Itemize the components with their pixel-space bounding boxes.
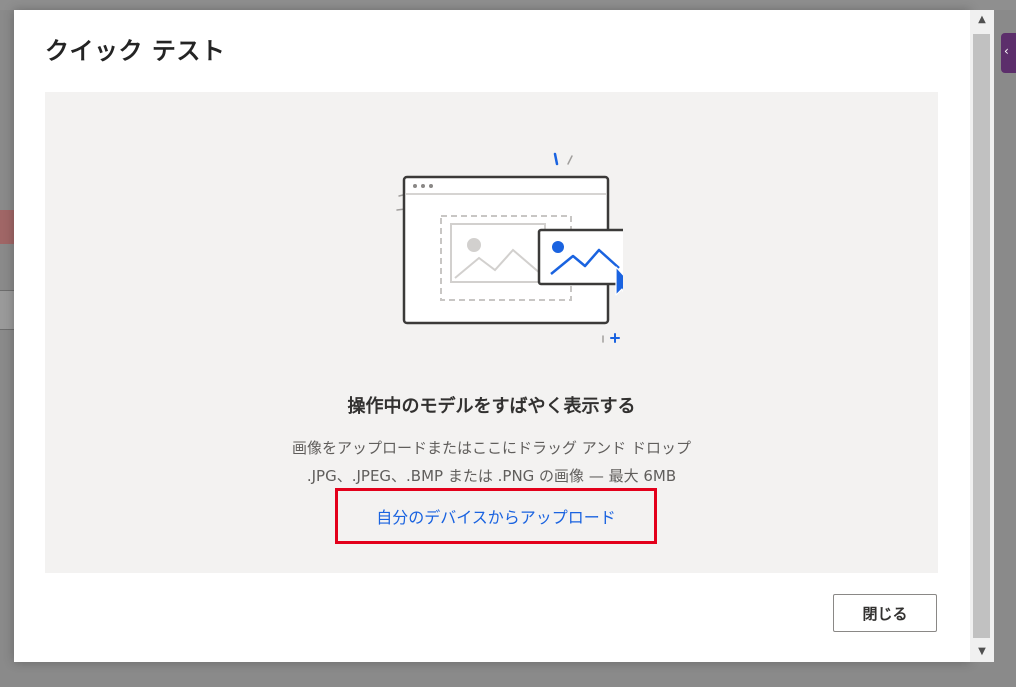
scroll-up-arrow-icon[interactable]: ▲ [970,10,994,30]
vertical-scrollbar[interactable]: ▲ ▼ [970,10,994,662]
background-page [0,0,1016,10]
scroll-down-arrow-icon[interactable]: ▼ [970,642,994,662]
dialog-title: クイック テスト [45,37,226,65]
background-page-element [0,290,14,330]
image-upload-illustration-icon [396,152,623,343]
scrollbar-thumb[interactable] [973,34,990,638]
chevron-left-icon: ‹ [1004,44,1009,58]
drop-instructions: 画像をアップロードまたはここにドラッグ アンド ドロップ [292,439,691,457]
background-page-element [0,210,14,244]
quick-test-dialog: クイック テスト 操作中のモデルをすばやく表示する 画像をアップロードまたはここ… [14,10,970,662]
drop-zone-heading: 操作中のモデルをすばやく表示する [347,396,636,417]
background-side-tab: ‹ [1001,33,1016,73]
file-type-limit-text: .JPG、.JPEG、.BMP または .PNG の画像 — 最大 6MB [306,467,677,485]
close-button[interactable]: 閉じる [833,594,937,632]
drop-zone[interactable]: 操作中のモデルをすばやく表示する 画像をアップロードまたはここにドラッグ アンド… [45,92,938,573]
upload-from-device-link[interactable]: 自分のデバイスからアップロード [335,488,657,544]
